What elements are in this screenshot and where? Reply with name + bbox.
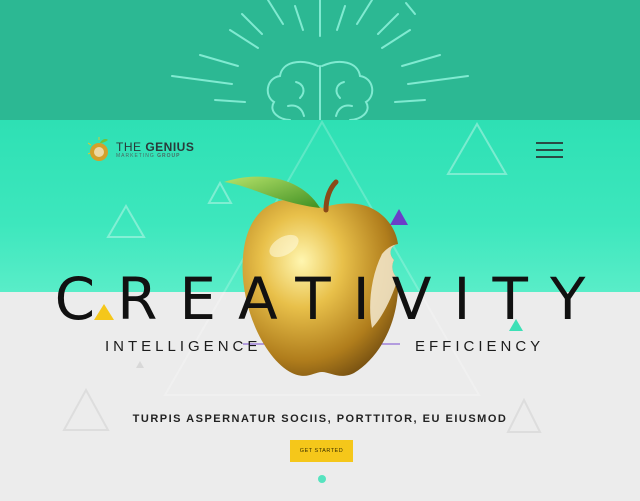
slider-dot[interactable] <box>318 475 326 483</box>
menu-bar <box>536 149 563 151</box>
brand-name-light: THE <box>116 139 142 154</box>
hero-tagline: TURPIS ASPERNATUR SOCIIS, PORTTITOR, EU … <box>132 413 508 425</box>
brand-subtitle-bold: GROUP <box>157 152 181 159</box>
hamburger-menu-icon[interactable] <box>536 142 563 158</box>
brand-name: THE GENIUS <box>116 141 194 153</box>
apple-logo-icon <box>88 137 108 161</box>
brand-subtitle: MARKETING GROUP <box>116 153 194 160</box>
menu-bar <box>536 142 563 144</box>
brand-name-bold: GENIUS <box>145 139 195 154</box>
brand-subtitle-light: MARKETING <box>116 152 155 159</box>
hero-headline: CREATIVITY <box>54 265 608 333</box>
hero-right-word: EFFICIENCY <box>415 338 545 355</box>
hero-left-word: INTELLIGENCE <box>105 338 262 355</box>
brand-logo[interactable]: THE GENIUS MARKETING GROUP <box>88 137 194 163</box>
menu-bar <box>536 156 563 158</box>
brand-text: THE GENIUS MARKETING GROUP <box>116 141 194 160</box>
get-started-button[interactable]: GET STARTED <box>290 440 353 462</box>
